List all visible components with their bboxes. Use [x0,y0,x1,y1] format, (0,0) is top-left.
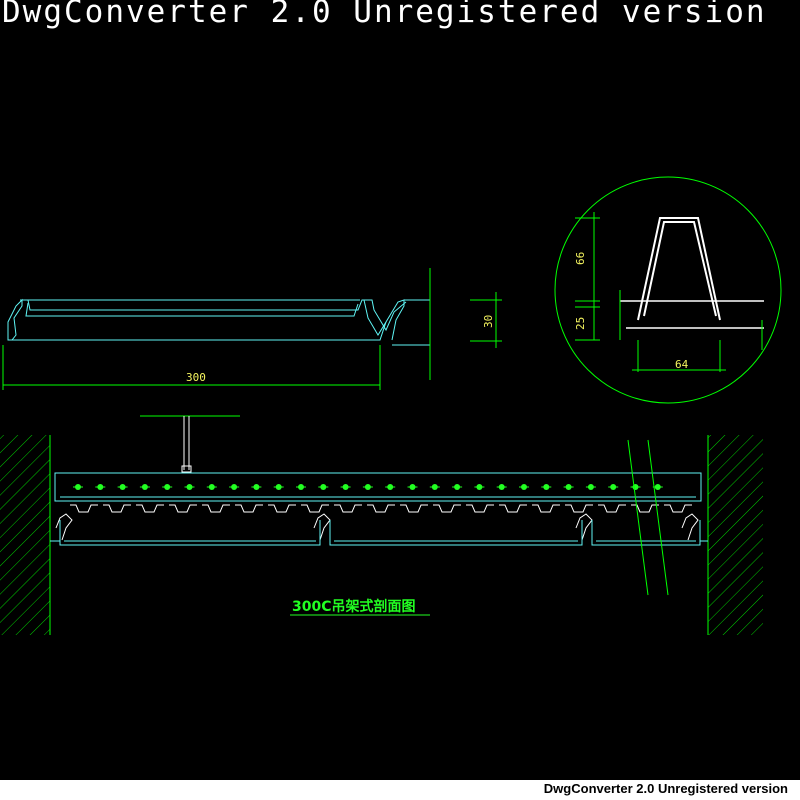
section-caption: 300C吊架式剖面图 [292,598,416,615]
clip [532,504,560,513]
panel-joint [681,513,699,541]
carrier-channel [54,472,702,502]
clip [598,504,626,513]
clip [202,504,230,513]
clip [433,504,461,513]
ceiling-panels [50,520,708,546]
fastener-row [73,484,663,490]
detail-top-label: 66 [574,252,587,265]
clip [136,504,164,513]
detail-dimensions [575,212,763,372]
clip [466,504,494,513]
keel-profile [637,217,721,321]
clip [334,504,362,513]
panel-profile [7,298,431,346]
panel-joint [55,513,73,541]
clip [499,504,527,513]
clip [367,504,395,513]
clip [400,504,428,513]
right-wall [708,435,763,635]
clip [565,504,593,513]
clip [631,504,659,513]
clip [301,504,329,513]
panel-joint [313,513,331,541]
panel-width-dimension [2,268,431,390]
clip [70,504,98,513]
clip [103,504,131,513]
cad-drawing: 300 30 66 25 64 300C吊架式剖面图 [0,176,782,635]
panel-joint [575,513,593,541]
left-wall [0,435,50,635]
hanger-rod [140,415,240,473]
panel-height-label: 30 [482,315,495,328]
detail-circle [554,176,782,404]
clip [169,504,197,513]
clip [664,504,692,513]
watermark-text: DwgConverter 2.0 Unregistered version [2,0,767,30]
detail-bottom-label: 25 [574,317,587,330]
clip-row [55,504,699,541]
panel-width-label: 300 [186,371,206,384]
clip [235,504,263,513]
detail-width-label: 64 [675,358,689,371]
footer-bar: DwgConverter 2.0 Unregistered version [0,780,800,800]
footer-text: DwgConverter 2.0 Unregistered version [543,781,788,796]
break-lines [627,439,669,596]
clip [268,504,296,513]
